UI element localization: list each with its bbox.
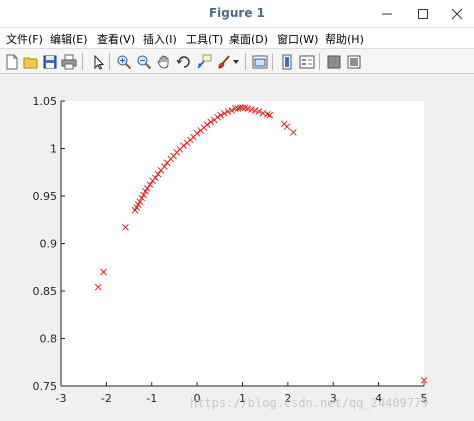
edit-plot-icon bbox=[94, 54, 104, 70]
hide-plot-tools-button[interactable] bbox=[324, 52, 343, 71]
data-cursor-icon bbox=[196, 54, 211, 68]
y-tick-label: 0.95 bbox=[33, 190, 58, 203]
toolbar-separator bbox=[109, 53, 110, 70]
menu-window[interactable]: 窗口(W) bbox=[277, 31, 318, 47]
menu-view[interactable]: 查看(V) bbox=[97, 31, 135, 47]
insert-legend-button[interactable] bbox=[297, 52, 316, 71]
show-plot-tools-button[interactable] bbox=[344, 52, 363, 71]
title-bar: Figure 1 bbox=[0, 0, 474, 28]
data-cursor-button[interactable] bbox=[194, 52, 213, 71]
zoom-out-icon bbox=[137, 55, 151, 69]
y-tick-label: 0.8 bbox=[40, 333, 58, 346]
minimize-icon bbox=[382, 13, 392, 15]
rotate-3d-icon bbox=[176, 55, 190, 68]
brush-dropdown-button[interactable] bbox=[231, 52, 241, 71]
y-tick-label: 1 bbox=[50, 143, 57, 156]
insert-colorbar-button[interactable] bbox=[277, 52, 296, 71]
open-file-icon bbox=[23, 57, 37, 68]
axes-background bbox=[61, 101, 424, 386]
maximize-button[interactable] bbox=[406, 0, 440, 28]
show-plot-tools-icon bbox=[347, 55, 360, 68]
insert-legend-icon bbox=[299, 55, 314, 68]
close-button[interactable] bbox=[440, 0, 474, 28]
zoom-in-icon bbox=[117, 55, 131, 69]
menu-tools[interactable]: 工具(T) bbox=[186, 31, 223, 47]
menu-file[interactable]: 文件(F) bbox=[6, 31, 43, 47]
figure-canvas: -3 -2 -1 0 1 2 3 4 5 0.75 0.8 0.85 0.9 0.95 1 1.05 http… bbox=[0, 75, 474, 421]
menu-desktop[interactable]: 桌面(D) bbox=[229, 31, 268, 47]
new-figure-button[interactable] bbox=[2, 52, 21, 71]
watermark-text: https://blog.csdn.net/qq_24409779 bbox=[190, 396, 429, 410]
link-plot-button[interactable] bbox=[250, 52, 269, 71]
hide-plot-tools-icon bbox=[327, 55, 340, 68]
menu-bar: 文件(F) 编辑(E) 查看(V) 插入(I) 工具(T) 桌面(D) 窗口(W… bbox=[0, 28, 474, 48]
x-tick-label: -1 bbox=[146, 392, 157, 405]
toolbar-separator bbox=[272, 53, 273, 70]
y-tick-label: 0.85 bbox=[33, 285, 58, 298]
menu-help[interactable]: 帮助(H) bbox=[325, 31, 364, 47]
pan-button[interactable] bbox=[154, 52, 173, 71]
menu-insert[interactable]: 插入(I) bbox=[143, 31, 177, 47]
edit-plot-button[interactable] bbox=[88, 52, 107, 71]
y-tick-label: 0.9 bbox=[40, 238, 58, 251]
x-tick-label: -3 bbox=[56, 392, 67, 405]
brush-dropdown-icon bbox=[233, 59, 239, 64]
brush-icon bbox=[217, 54, 230, 69]
figure-toolbar bbox=[0, 48, 474, 74]
pan-icon bbox=[157, 55, 168, 68]
menu-edit[interactable]: 编辑(E) bbox=[50, 31, 88, 47]
zoom-out-button[interactable] bbox=[134, 52, 153, 71]
scatter-plot[interactable]: -3 -2 -1 0 1 2 3 4 50.750.80.850.90.9511.05 bbox=[0, 75, 474, 421]
save-button[interactable] bbox=[40, 52, 59, 71]
toolbar-separator bbox=[82, 53, 83, 70]
minimize-button[interactable] bbox=[370, 0, 404, 28]
print-icon bbox=[61, 54, 76, 69]
maximize-icon bbox=[418, 9, 428, 19]
close-icon bbox=[451, 8, 463, 20]
open-file-button[interactable] bbox=[21, 52, 40, 71]
new-figure-icon bbox=[6, 54, 17, 69]
link-plot-icon bbox=[252, 55, 267, 68]
y-tick-label: 0.75 bbox=[33, 380, 58, 393]
toolbar-separator bbox=[245, 53, 246, 70]
print-button[interactable] bbox=[59, 52, 78, 71]
y-tick-label: 1.05 bbox=[33, 95, 58, 108]
zoom-in-button[interactable] bbox=[114, 52, 133, 71]
insert-colorbar-icon bbox=[282, 54, 291, 69]
x-tick-label: -2 bbox=[101, 392, 112, 405]
save-icon bbox=[43, 55, 56, 68]
rotate-3d-button[interactable] bbox=[174, 52, 193, 71]
toolbar-separator bbox=[319, 53, 320, 70]
